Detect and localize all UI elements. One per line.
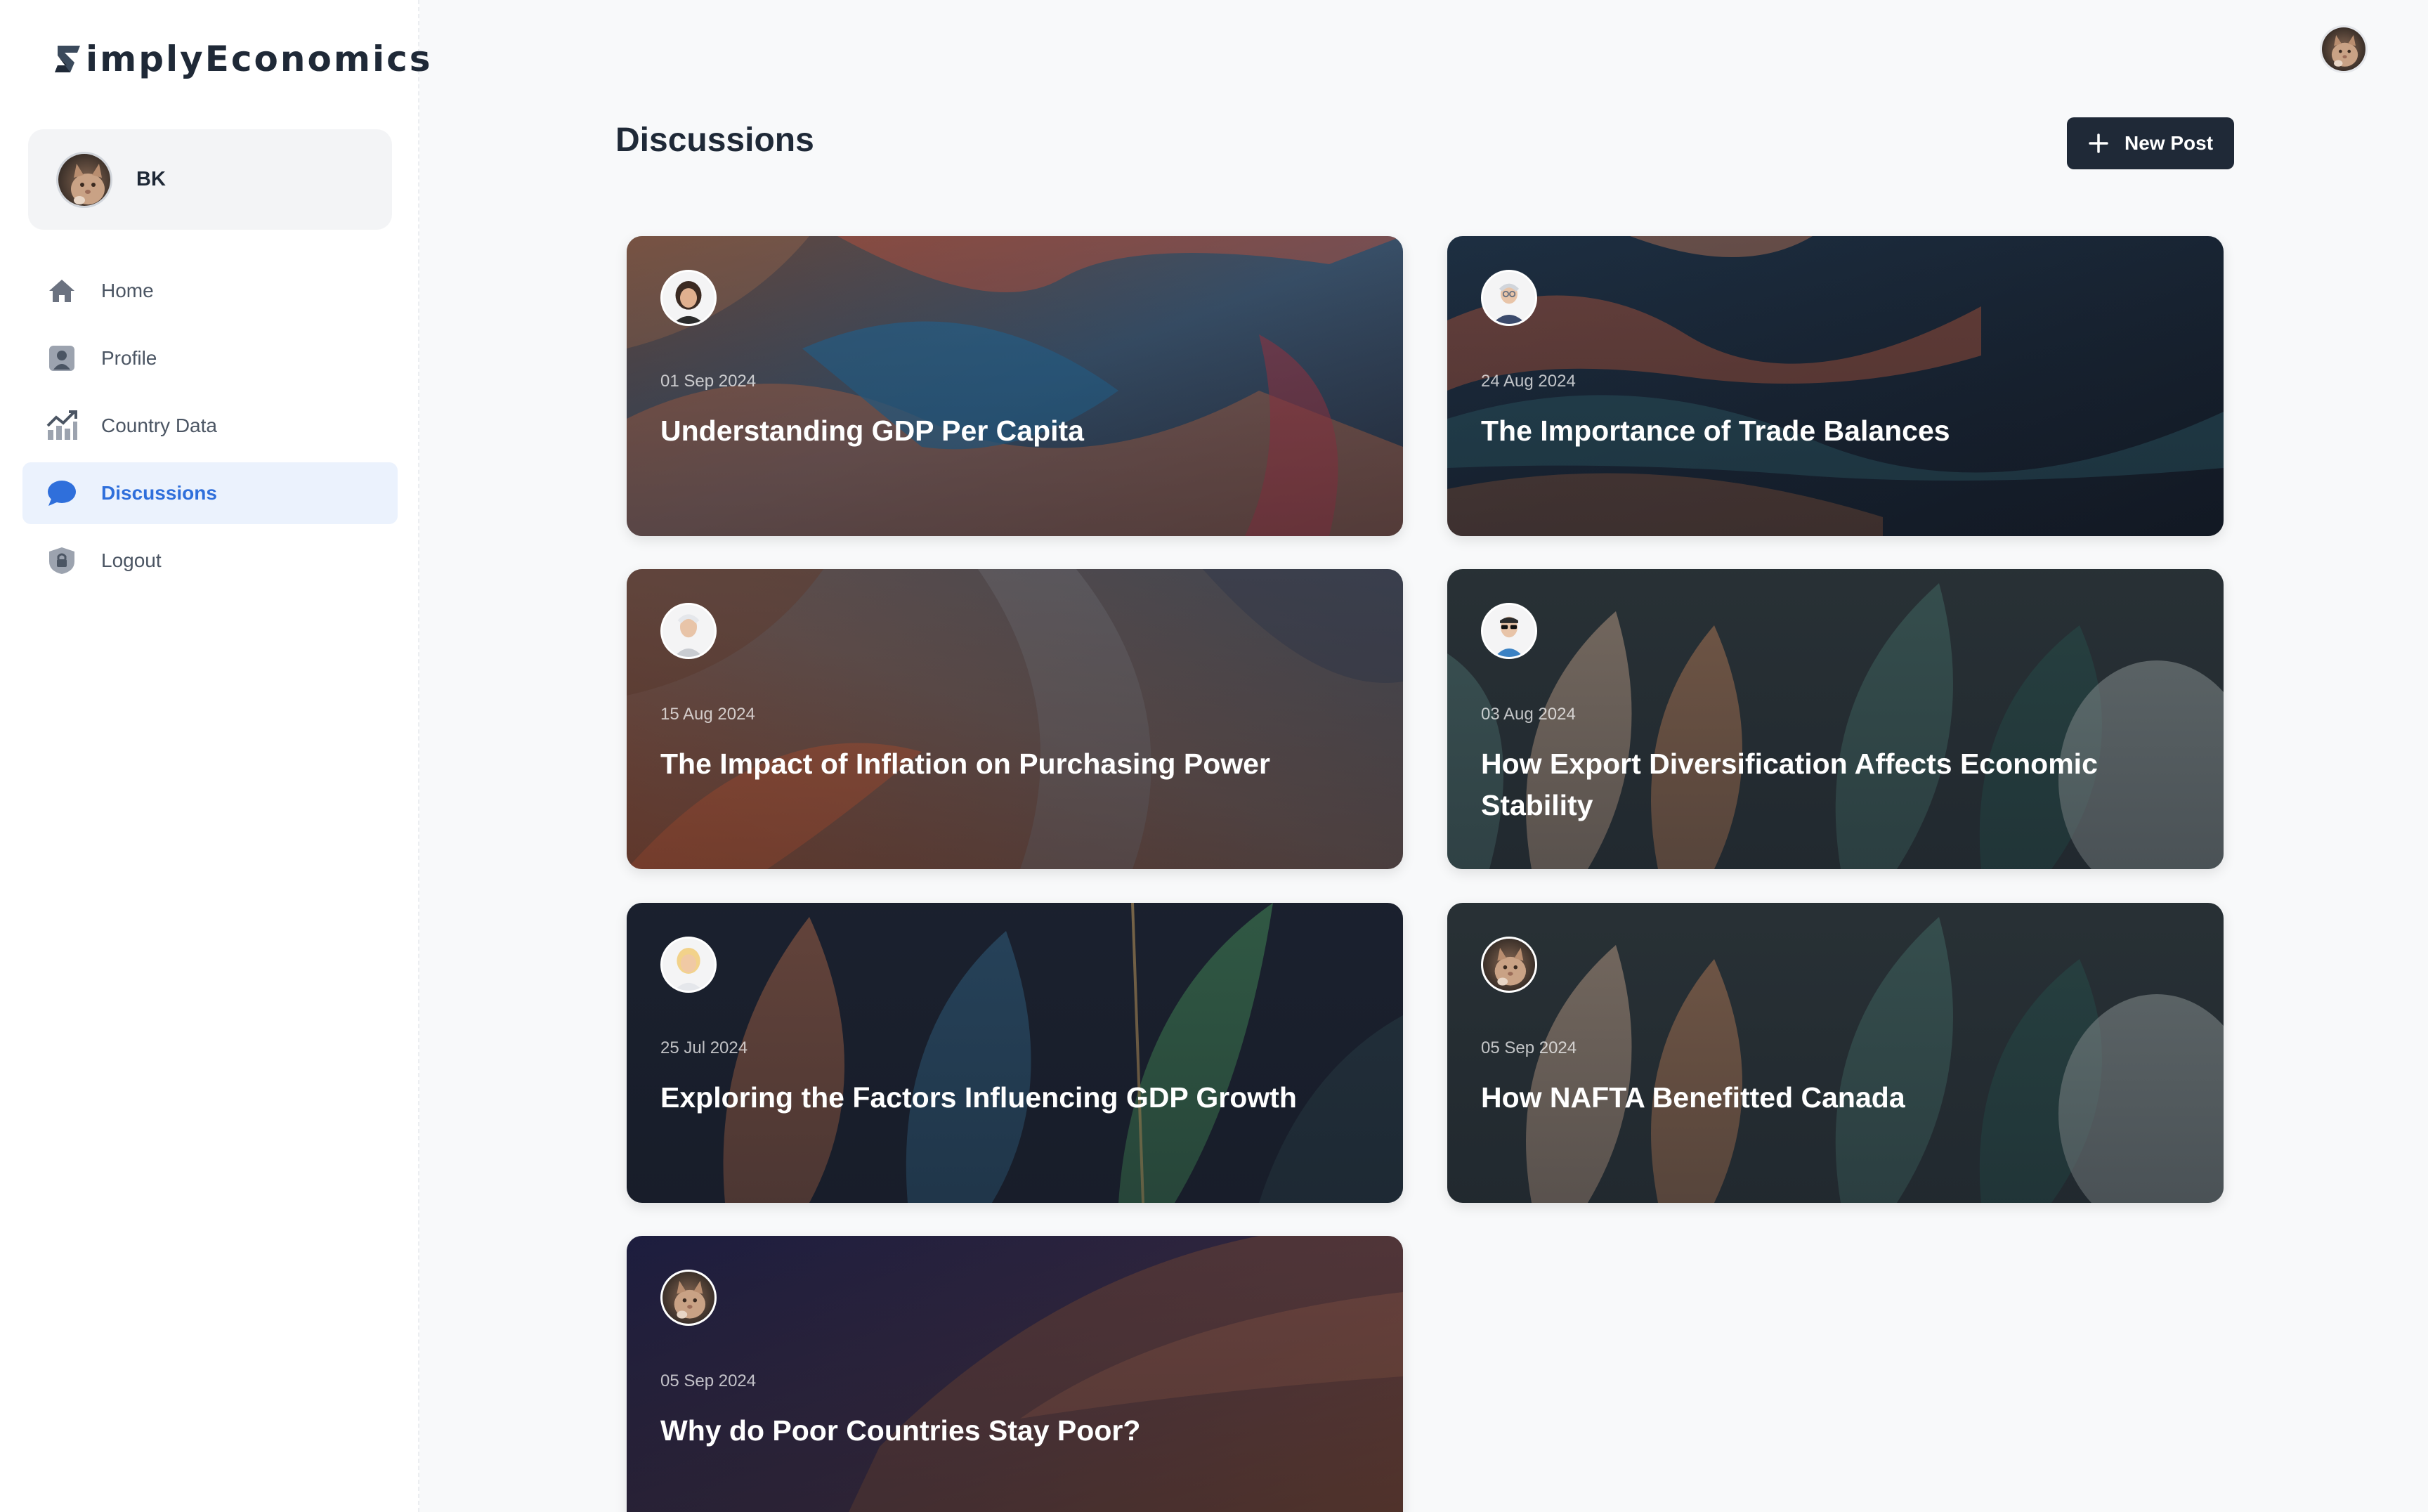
new-post-label: New Post [2124,132,2214,154]
sidebar-item-home[interactable]: Home [22,260,398,322]
post-date: 03 Aug 2024 [1481,705,1576,724]
sidebar-item-country-data[interactable]: Country Data [22,395,398,457]
post-card[interactable]: 15 Aug 2024 The Impact of Inflation on P… [627,569,1403,869]
sidebar: implyEconomics BK Home Profile Country D… [0,0,431,1512]
app-logo[interactable]: implyEconomics [52,37,433,82]
sidebar-item-logout[interactable]: Logout [22,530,398,592]
post-card[interactable]: 05 Sep 2024 Why do Poor Countries Stay P… [627,1236,1403,1512]
post-title: How Export Diversification Affects Econo… [1481,748,2098,821]
post-card[interactable]: 24 Aug 2024 The Importance of Trade Bala… [1447,236,2224,536]
new-post-button[interactable]: New Post [2067,117,2234,169]
sidebar-item-label: Logout [101,549,162,571]
sidebar-item-label: Profile [101,347,157,369]
author-avatar-man [660,603,717,659]
post-date: 24 Aug 2024 [1481,372,1576,391]
sidebar-nav: Home Profile Country Data Discussions Lo… [22,260,398,597]
user-avatar [56,151,112,208]
post-title: The Importance of Trade Balances [1481,415,1950,447]
post-title: How NAFTA Benefitted Canada [1481,1081,1905,1114]
user-name: BK [136,168,166,190]
post-date: 15 Aug 2024 [660,705,755,724]
post-title: The Impact of Inflation on Purchasing Po… [660,748,1270,780]
lock-icon [46,545,77,576]
author-avatar-sunglasses-man [1481,603,1537,659]
author-avatar-woman [660,270,717,326]
sidebar-item-label: Country Data [101,415,217,436]
post-title: Why do Poor Countries Stay Poor? [660,1414,1141,1447]
sidebar-item-label: Discussions [101,482,217,504]
account-avatar[interactable] [2320,25,2368,73]
page-title: Discussions [615,122,814,159]
post-title: Exploring the Factors Influencing GDP Gr… [660,1081,1297,1114]
post-date: 01 Sep 2024 [660,372,757,391]
post-date: 05 Sep 2024 [660,1371,757,1390]
plus-icon [2088,133,2109,154]
author-avatar-cat [660,1270,717,1326]
post-card[interactable]: 25 Jul 2024 Exploring the Factors Influe… [627,903,1403,1203]
chat-bubble-icon [46,478,77,509]
logo-s-icon [52,43,84,75]
post-date: 25 Jul 2024 [660,1038,748,1057]
author-avatar-blonde-woman [660,937,717,993]
profile-icon [46,343,77,374]
post-date: 05 Sep 2024 [1481,1038,1577,1057]
post-card[interactable]: 03 Aug 2024 How Export Diversification A… [1447,569,2224,869]
sidebar-item-discussions[interactable]: Discussions [22,462,398,524]
sidebar-item-profile[interactable]: Profile [22,327,398,389]
chart-icon [46,410,77,441]
author-avatar-older-man [1481,270,1537,326]
sidebar-item-label: Home [101,280,154,301]
post-card[interactable]: 01 Sep 2024 Understanding GDP Per Capita [627,236,1403,536]
post-title: Understanding GDP Per Capita [660,415,1084,447]
home-icon [46,275,77,306]
author-avatar-cat [1481,937,1537,993]
logo-text: implyEconomics [86,39,433,79]
user-card[interactable]: BK [28,129,392,230]
post-card[interactable]: 05 Sep 2024 How NAFTA Benefitted Canada [1447,903,2224,1203]
